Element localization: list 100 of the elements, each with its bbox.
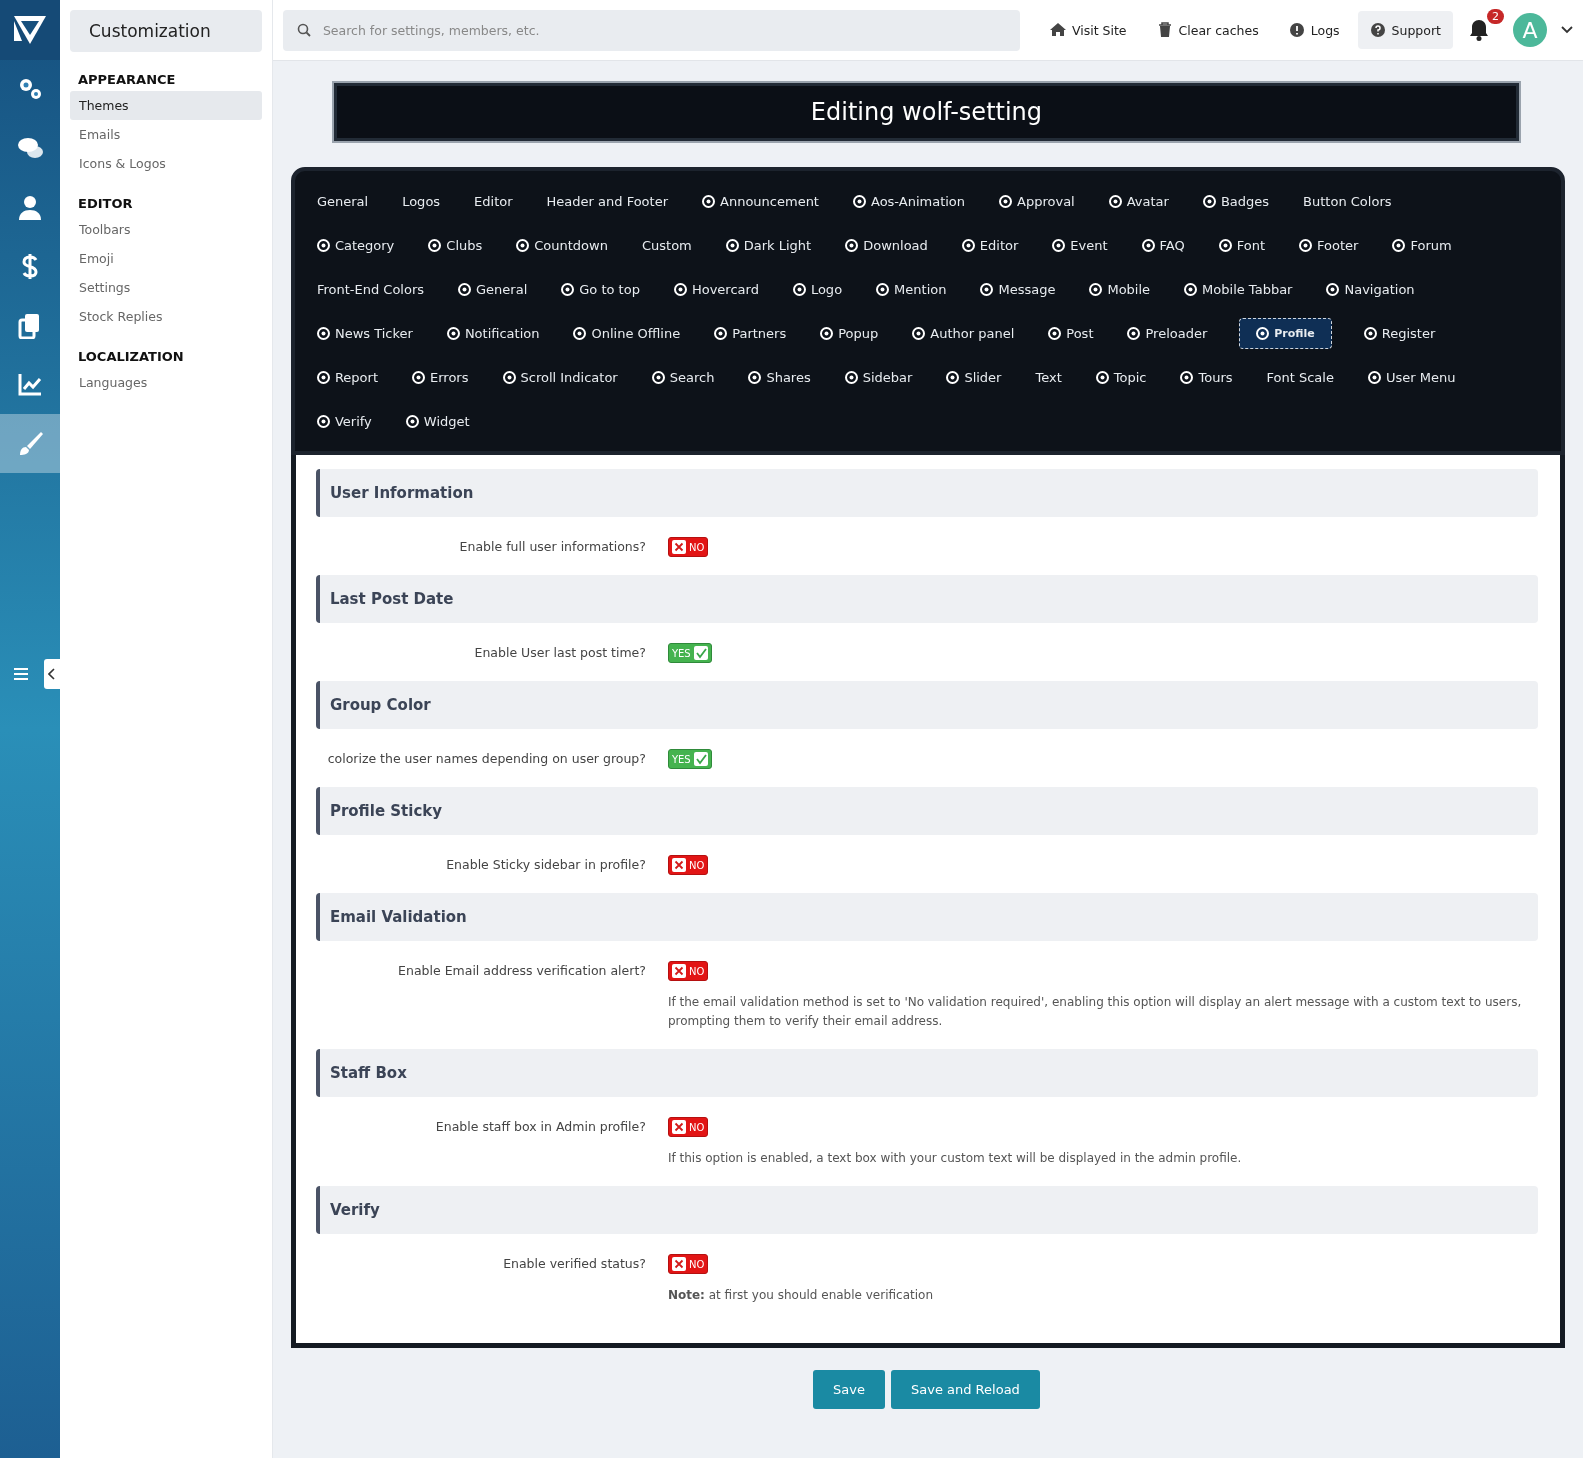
circle-icon (1141, 238, 1155, 252)
tab[interactable]: Forum (1390, 232, 1454, 258)
tab[interactable]: Sidebar (842, 364, 915, 390)
tab[interactable]: Widget (403, 408, 472, 434)
save-button[interactable]: Save (813, 1370, 885, 1409)
search-field[interactable]: Search for settings, members, etc. (282, 9, 1020, 51)
option-label: Enable User last post time? (473, 644, 646, 662)
circle-icon (1202, 194, 1216, 208)
tab[interactable]: Aos-Animation (850, 188, 968, 214)
toggle-switch[interactable]: NO (667, 1254, 709, 1274)
circle-icon (502, 370, 516, 384)
toggle-switch[interactable]: NO (667, 961, 709, 981)
tab[interactable]: Download (843, 232, 930, 258)
tab[interactable]: Tours (1178, 364, 1235, 390)
tab[interactable]: Post (1046, 320, 1096, 346)
top-link[interactable]: Support (1357, 11, 1453, 49)
sidebar-item[interactable]: Emails (70, 120, 262, 149)
hint-text: If the email validation method is set to 'No validation required', enabling this option will display an alert message with a custom text to users, prompting them to verify their email address. (667, 994, 1523, 1030)
circle-icon (561, 282, 575, 296)
tab[interactable]: Go to top (559, 276, 642, 302)
tab[interactable]: Partners (712, 320, 789, 346)
option-label: Enable verified status? (502, 1255, 646, 1273)
circle-icon (980, 282, 994, 296)
tab[interactable]: Slider (944, 364, 1004, 390)
sidebar-item[interactable]: Themes (70, 91, 262, 120)
notification-count: 2 (1487, 9, 1504, 24)
tab[interactable]: Mobile (1087, 276, 1153, 302)
sidebar-item[interactable]: Toolbars (70, 215, 262, 244)
toggle-switch[interactable]: NO (667, 855, 709, 875)
tab[interactable]: Category (314, 232, 397, 258)
tab[interactable]: News Ticker (314, 320, 415, 346)
tab[interactable]: Topic (1093, 364, 1149, 390)
tab[interactable]: Font Scale (1264, 364, 1336, 390)
tab[interactable]: Font (1216, 232, 1268, 258)
tab[interactable]: Mobile Tabbar (1182, 276, 1295, 302)
tab[interactable]: Profile (1239, 317, 1332, 349)
sidebar-item[interactable]: Stock Replies (70, 302, 262, 331)
tab[interactable]: Countdown (514, 232, 610, 258)
sidebar-item[interactable]: Settings (70, 273, 262, 302)
tab[interactable]: Event (1050, 232, 1110, 258)
chevron-down-icon[interactable] (1561, 26, 1573, 34)
circle-icon (412, 370, 426, 384)
tab[interactable]: Author panel (910, 320, 1017, 346)
tab[interactable]: Custom (639, 232, 694, 258)
tab[interactable]: Preloader (1125, 320, 1210, 346)
top-link[interactable]: Clear caches (1144, 11, 1271, 49)
tab[interactable]: Dark Light (723, 232, 814, 258)
tab[interactable]: Approval (997, 188, 1077, 214)
top-link[interactable]: Logs (1276, 11, 1352, 49)
tab[interactable]: Mention (874, 276, 949, 302)
toggle-switch[interactable]: NO (667, 537, 709, 557)
hint-text: Note: at first you should enable verification (667, 1287, 933, 1304)
tab[interactable]: Editor (472, 188, 515, 214)
option-label: Enable Sticky sidebar in profile? (445, 856, 646, 874)
bell-icon (1469, 19, 1489, 41)
tab[interactable]: User Menu (1365, 364, 1458, 390)
tab[interactable]: Report (314, 364, 381, 390)
tab[interactable]: Logo (790, 276, 845, 302)
tab[interactable]: Announcement (700, 188, 821, 214)
tab[interactable]: Notification (444, 320, 542, 346)
circle-icon (405, 414, 419, 428)
tab[interactable]: Badges (1200, 188, 1272, 214)
tab[interactable]: Message (978, 276, 1058, 302)
save-button[interactable]: Save and Reload (891, 1370, 1040, 1409)
x-icon (671, 1120, 686, 1134)
sidebar-item[interactable]: Icons & Logos (70, 149, 262, 178)
circle-icon (1184, 282, 1198, 296)
tab[interactable]: Scroll Indicator (500, 364, 620, 390)
tab[interactable]: Verify (314, 408, 374, 434)
check-icon (693, 752, 708, 766)
sidebar-item[interactable]: Emoji (70, 244, 262, 273)
tab[interactable]: Register (1361, 320, 1438, 346)
tab[interactable]: Header and Footer (544, 188, 670, 214)
option-label: Enable full user informations? (458, 538, 646, 556)
section-header: Email Validation (315, 893, 1538, 941)
tab[interactable]: General (314, 188, 371, 214)
tab[interactable]: Button Colors (1301, 188, 1394, 214)
tab[interactable]: Logos (400, 188, 443, 214)
circle-icon (725, 238, 739, 252)
tab[interactable]: Popup (818, 320, 881, 346)
tab[interactable]: Shares (746, 364, 813, 390)
toggle-switch[interactable]: NO (667, 1117, 709, 1137)
tab[interactable]: Front-End Colors (314, 276, 427, 302)
top-link[interactable]: Visit Site (1037, 11, 1139, 49)
tab[interactable]: Search (649, 364, 717, 390)
collapse-button[interactable] (44, 659, 60, 689)
section-header: Verify (315, 1186, 1538, 1234)
tab[interactable]: FAQ (1139, 232, 1187, 258)
tab[interactable]: Clubs (426, 232, 485, 258)
tab[interactable]: Editor (959, 232, 1021, 258)
tab[interactable]: Online Offline (571, 320, 683, 346)
circle-icon (1127, 326, 1141, 340)
sidebar-item[interactable]: Languages (70, 368, 262, 397)
tab[interactable]: General (456, 276, 530, 302)
tab[interactable]: Hovercard (671, 276, 761, 302)
tab[interactable]: Navigation (1324, 276, 1417, 302)
tab[interactable]: Text (1033, 364, 1064, 390)
tab[interactable]: Avatar (1106, 188, 1171, 214)
tab[interactable]: Errors (410, 364, 471, 390)
tab[interactable]: Footer (1297, 232, 1361, 258)
